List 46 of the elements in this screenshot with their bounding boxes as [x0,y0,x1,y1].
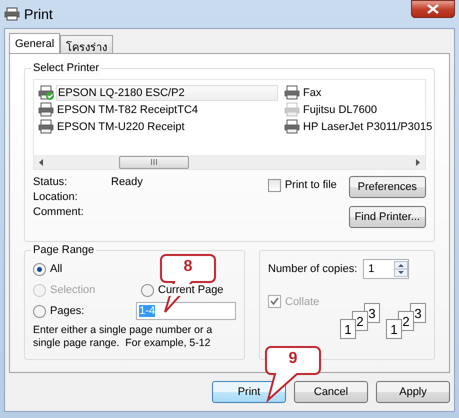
button[interactable]: Find Printer... [348,206,426,228]
field-label: Number of copies: [268,263,358,275]
radio-button[interactable] [33,304,46,318]
check-icon [270,297,280,306]
left-arrow-icon [38,158,44,166]
right-arrow-icon [415,158,421,166]
printer-item[interactable]: EPSON LQ-2180 ESC/P2 [56,84,278,100]
close-button[interactable] [411,0,455,18]
radio-button[interactable] [141,284,154,296]
printer-item[interactable]: Fax [302,86,326,100]
scrollbar-thumb[interactable] [119,156,189,168]
checkbox-label: Print to file [284,179,337,191]
button[interactable]: Cancel [294,381,368,403]
checkbox-label: Collate [285,296,320,308]
grip-icon [150,159,158,165]
callout-number: 9 [288,350,298,368]
hint-text: Enter either a single page number or a single page range. For example, 5-12 [33,324,214,350]
tab[interactable]: General [9,33,60,54]
group-title: Select Printer [31,62,102,74]
radio-label: All [50,263,62,275]
group-title: Page Range [31,244,96,256]
button[interactable]: Apply [376,381,450,403]
field-label: Comment: [33,206,85,218]
spin-arrows-icon [394,261,408,277]
printer-item[interactable]: HP LaserJet P3011/P3015 [302,120,436,134]
collate-pages-drawing: 1 2 3 [386,303,426,341]
horizontal-scrollbar[interactable] [34,155,425,169]
radio-label: Pages: [50,305,84,317]
radio-button[interactable] [33,262,46,276]
close-icon [427,4,439,14]
callout-number: 8 [182,258,194,276]
button[interactable]: Preferences [348,176,426,198]
collate-pages-drawing: 1 2 3 [340,303,380,341]
tab[interactable]: โครงร่าง [60,35,114,53]
printer-item[interactable]: Fujitsu DL7600 [302,102,381,116]
number-spinner[interactable]: 1 [363,259,410,279]
printer-item[interactable]: EPSON TM-U220 Receipt [56,120,189,134]
printer-item[interactable]: EPSON TM-T82 ReceiptTC4 [56,102,202,116]
radio-label: Current Page [158,284,224,296]
field-label: Location: [33,191,79,203]
radio-label: Selection [50,284,96,296]
field-value: Ready [111,176,143,188]
window-title: Print [24,6,54,22]
printer-icon [4,7,20,21]
field-label: Status: [33,176,68,188]
checkbox[interactable] [268,178,281,192]
